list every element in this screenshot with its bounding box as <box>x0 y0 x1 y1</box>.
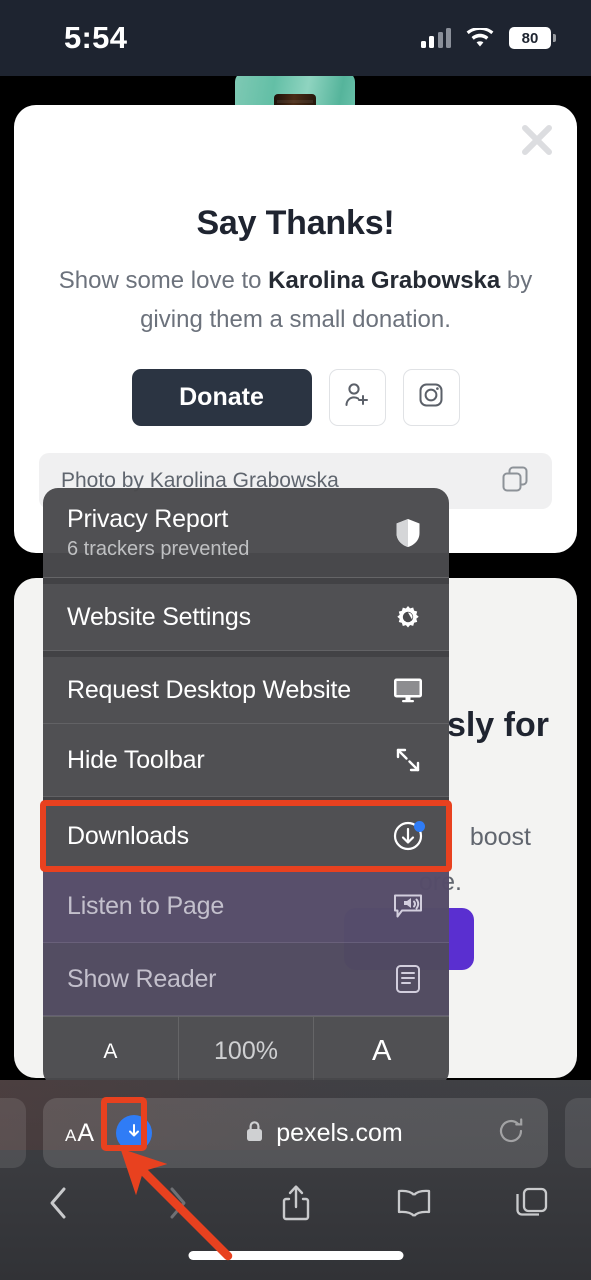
browser-chrome: AA pexels.com <box>0 1080 591 1280</box>
menu-item-sublabel: 6 trackers prevented <box>67 537 250 560</box>
text-size-small-label: A <box>65 1125 77 1145</box>
menu-item-label: Hide Toolbar <box>67 745 205 774</box>
add-person-icon <box>343 381 371 414</box>
cellular-bars-icon <box>420 28 451 48</box>
menu-item-label: Website Settings <box>67 602 251 631</box>
url-text: pexels.com <box>276 1118 403 1147</box>
menu-item-label: Request Desktop Website <box>67 675 351 704</box>
text-size-button[interactable]: AA <box>65 1119 94 1148</box>
modal-actions: Donate <box>0 369 591 426</box>
bookmarks-button[interactable] <box>355 1188 473 1223</box>
url-display[interactable]: pexels.com <box>152 1119 496 1148</box>
speaker-bubble-icon <box>391 892 425 920</box>
chevron-right-icon <box>163 1184 191 1227</box>
tabs-button[interactable] <box>473 1186 591 1225</box>
close-icon[interactable] <box>515 118 559 162</box>
chevron-left-icon <box>45 1184 73 1227</box>
share-icon <box>280 1183 312 1228</box>
wifi-icon <box>466 26 494 49</box>
download-arrow-icon <box>124 1121 144 1146</box>
home-indicator <box>188 1251 403 1260</box>
menu-item-listen-to-page[interactable]: Listen to Page <box>43 870 449 943</box>
battery-percent: 80 <box>521 29 539 47</box>
status-indicators: 80 <box>420 26 556 49</box>
menu-item-label: Listen to Page <box>67 891 225 920</box>
menu-item-request-desktop-website[interactable]: Request Desktop Website <box>43 651 449 724</box>
reader-document-icon <box>391 964 425 994</box>
back-button[interactable] <box>0 1184 118 1227</box>
gear-icon <box>391 602 425 632</box>
zoom-increase-label: A <box>372 1035 392 1067</box>
menu-item-label: Show Reader <box>67 964 217 993</box>
zoom-value[interactable]: 100% <box>179 1017 315 1086</box>
menu-item-privacy-report[interactable]: Privacy Report 6 trackers prevented <box>43 488 449 578</box>
follow-author-button[interactable] <box>328 369 386 426</box>
copy-icon[interactable] <box>500 464 530 499</box>
status-bar: 5:54 80 <box>0 0 591 76</box>
phone-screen: 5:54 80 Say Thanks! Show some love to Ka… <box>0 0 591 1280</box>
share-button[interactable] <box>236 1183 354 1228</box>
menu-item-label: Downloads <box>67 821 189 850</box>
modal-subtitle: Show some love to Karolina Grabowska by … <box>52 261 539 339</box>
modal-title: Say Thanks! <box>196 204 395 242</box>
menu-item-hide-toolbar[interactable]: Hide Toolbar <box>43 724 449 797</box>
menu-item-downloads[interactable]: Downloads <box>43 797 449 870</box>
battery-icon: 80 <box>509 27 556 49</box>
subtitle-before: Show some love to <box>58 267 269 294</box>
menu-item-label: Privacy Report <box>67 504 229 533</box>
shield-icon <box>391 518 425 548</box>
reload-icon[interactable] <box>496 1116 526 1151</box>
menu-item-website-settings[interactable]: Website Settings <box>43 578 449 651</box>
menu-item-show-reader[interactable]: Show Reader <box>43 943 449 1016</box>
instagram-icon <box>417 381 445 414</box>
zoom-decrease-label: A <box>103 1039 118 1063</box>
author-name: Karolina Grabowska <box>268 267 501 294</box>
safari-context-menu: Privacy Report 6 trackers prevented Webs… <box>43 488 449 1086</box>
new-download-dot <box>414 821 425 832</box>
donate-button[interactable]: Donate <box>131 369 312 426</box>
instagram-button[interactable] <box>402 369 460 426</box>
expand-arrows-icon <box>391 746 425 774</box>
book-icon <box>395 1188 433 1223</box>
tabs-icon <box>515 1186 549 1225</box>
background-line-1: boost <box>469 823 531 851</box>
download-indicator-button[interactable] <box>116 1115 153 1151</box>
zoom-controls: A 100% A <box>43 1016 449 1086</box>
bottom-navigation-bar <box>0 1183 591 1228</box>
desktop-monitor-icon <box>391 677 425 703</box>
zoom-value-label: 100% <box>214 1037 278 1065</box>
next-tab-peek[interactable] <box>565 1098 591 1168</box>
address-bar[interactable]: AA pexels.com <box>43 1098 548 1168</box>
background-heading: sly for <box>446 706 549 744</box>
status-time: 5:54 <box>64 20 128 55</box>
text-size-large-label: A <box>77 1118 95 1147</box>
lock-icon <box>245 1119 264 1148</box>
zoom-decrease-button[interactable]: A <box>43 1017 179 1086</box>
zoom-increase-button[interactable]: A <box>314 1017 449 1086</box>
previous-tab-peek[interactable] <box>0 1098 26 1168</box>
forward-button[interactable] <box>118 1184 236 1227</box>
